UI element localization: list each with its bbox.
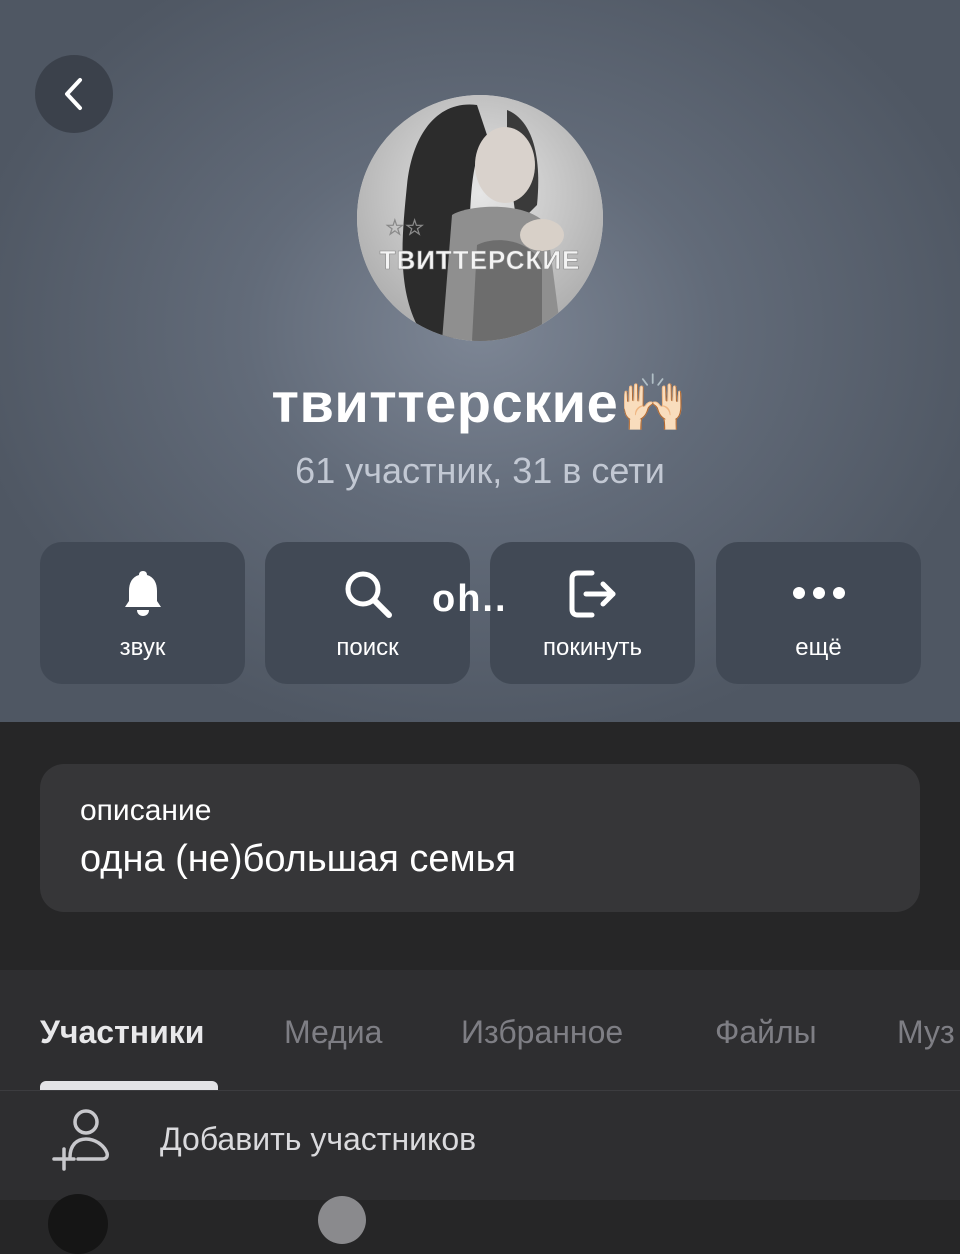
search-label: поиск (336, 634, 399, 661)
tab-files[interactable]: Файлы (715, 1014, 817, 1051)
tab-members[interactable]: Участники (40, 1014, 204, 1051)
more-icon (792, 587, 845, 599)
search-icon (345, 571, 392, 618)
add-user-icon (52, 1109, 109, 1171)
svg-text:☆☆: ☆☆ (385, 216, 424, 241)
more-button[interactable]: ещё (716, 542, 921, 684)
leave-button[interactable]: покинуть (490, 542, 695, 684)
avatar-image-text: ТВИТТЕРСКИЕ (379, 245, 581, 276)
sound-button[interactable]: звук (40, 542, 245, 684)
group-avatar[interactable]: ☆☆ ТВИТТЕРСКИЕ (357, 95, 603, 341)
back-button[interactable] (35, 55, 113, 133)
profile-header: ☆☆ ТВИТТЕРСКИЕ твиттерские🙌🏻 61 участник… (0, 0, 960, 722)
leave-label: покинуть (543, 634, 642, 661)
more-label: ещё (795, 634, 842, 661)
member-avatar[interactable] (318, 1196, 366, 1244)
member-avatar[interactable] (48, 1194, 108, 1254)
add-members-label: Добавить участников (160, 1121, 477, 1157)
tab-media[interactable]: Медиа (284, 1014, 382, 1051)
group-name: твиттерские🙌🏻 (271, 371, 689, 434)
chevron-left-icon (65, 78, 82, 110)
description-text: одна (не)большая семья (80, 838, 516, 880)
bell-icon (124, 571, 161, 616)
description-label: описание (80, 794, 212, 827)
tab-music[interactable]: Муз (897, 1014, 955, 1051)
sound-label: звук (119, 634, 166, 661)
add-members-row[interactable]: Добавить участников (0, 1091, 960, 1191)
tab-favorites[interactable]: Избранное (461, 1014, 623, 1051)
member-status: 61 участник, 31 в сети (295, 450, 665, 491)
leave-icon (569, 570, 615, 618)
avatar-image: ☆☆ (357, 95, 603, 341)
tabs-section: Участники Медиа Избранное Файлы Муз Доба… (0, 970, 960, 1254)
description-card: описание одна (не)большая семья (40, 764, 920, 912)
overlay-caption: oh.. (432, 578, 508, 620)
